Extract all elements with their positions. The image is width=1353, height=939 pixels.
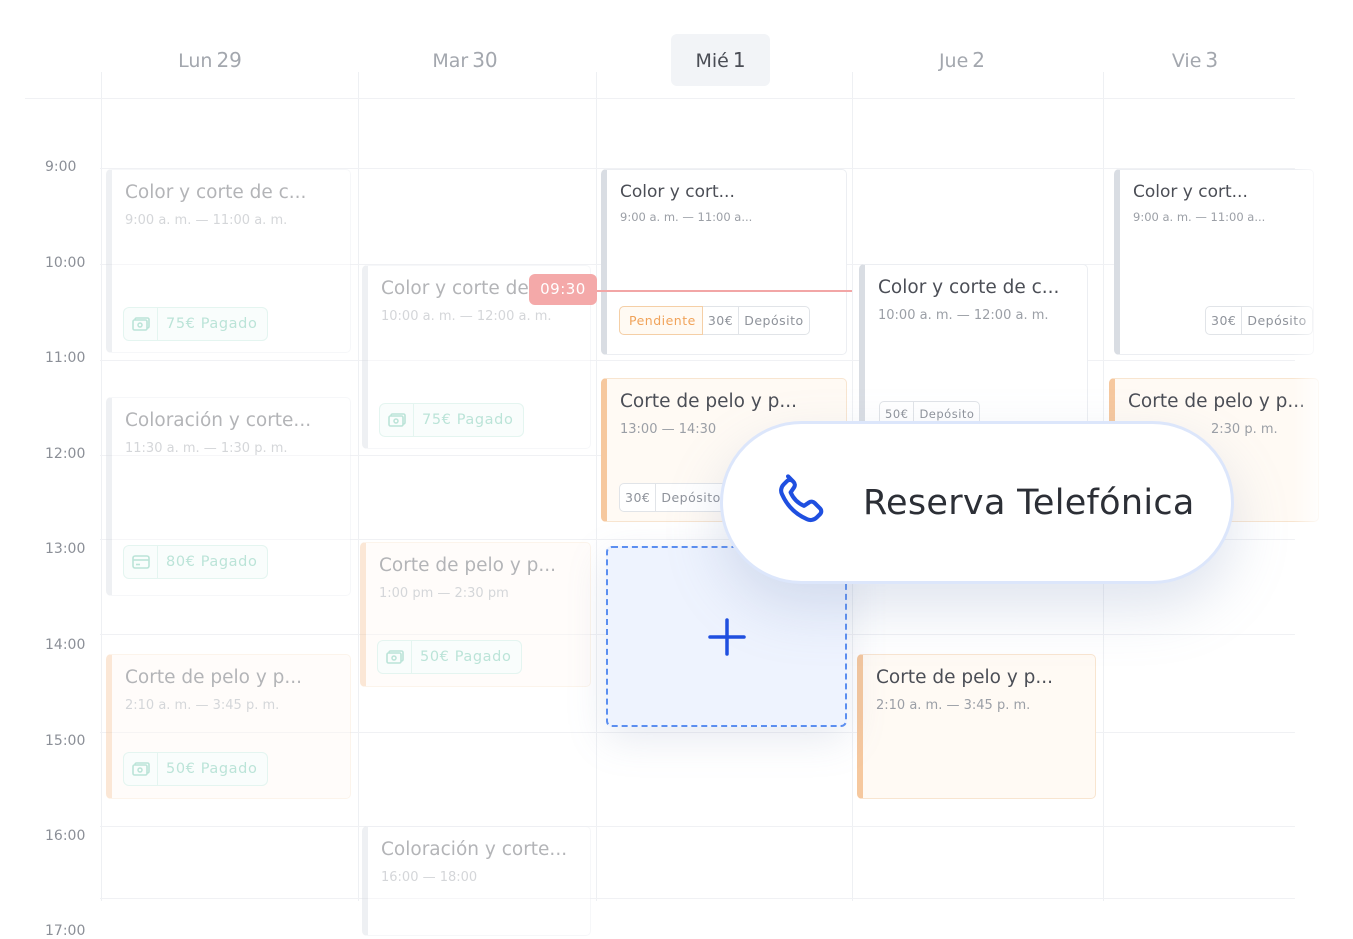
amount: 50€: [420, 649, 450, 665]
payment-status: Pagado: [456, 412, 514, 428]
deposit-badge: Pendiente 30€ Depósito: [619, 306, 810, 335]
day-number: 2: [972, 48, 986, 72]
card-icon: [124, 545, 158, 579]
phone-icon: [779, 473, 824, 522]
day-header-wed-today[interactable]: Mié 1: [671, 34, 770, 86]
event-title: Corte de pelo y p...: [125, 667, 303, 688]
day-header-thu[interactable]: Jue 2: [902, 34, 1022, 86]
day-name: Vie: [1171, 50, 1202, 72]
time-label: 9:00: [45, 159, 77, 175]
payment-badge: 50€ Pagado: [123, 752, 269, 786]
event-card[interactable]: Corte de pelo y p... 2:10 a. m. — 3:45 p…: [857, 654, 1096, 799]
event-time: 16:00 — 18:00: [381, 870, 478, 885]
payment-status: Pagado: [454, 649, 512, 665]
amount: 50€: [166, 761, 196, 777]
deposit-label: Depósito: [661, 490, 721, 505]
day-name: Mié: [695, 50, 729, 72]
phone-booking-callout[interactable]: Reserva Telefónica: [720, 421, 1234, 584]
payment-badge: 50€ Pagado: [377, 640, 523, 674]
payment-status: Pagado: [200, 316, 258, 332]
event-title: Corte de pelo y p...: [876, 667, 1054, 688]
event-time: 9:00 a. m. — 11:00 a...: [1133, 210, 1266, 224]
cash-icon: [124, 752, 158, 786]
header-divider: [25, 98, 1295, 99]
deposit-label: Depósito: [744, 313, 804, 328]
grid-line: [596, 72, 597, 901]
event-title: Color y corte de c...: [878, 277, 1060, 298]
amount: 75€: [166, 316, 196, 332]
event-title: Corte de pelo y p...: [379, 555, 557, 576]
event-card[interactable]: Color y cort... 9:00 a. m. — 11:00 a... …: [601, 169, 847, 355]
payment-badge: 75€ Pagado: [123, 307, 269, 341]
payment-status: Pagado: [200, 761, 258, 777]
event-time: 11:30 a. m. — 1:30 p. m.: [125, 441, 288, 456]
event-time: 10:00 a. m. — 12:00 a. m.: [381, 309, 552, 324]
cash-icon: [124, 307, 158, 341]
grid-line: [358, 72, 359, 901]
payment-badge: 75€ Pagado: [379, 403, 525, 437]
event-time: 9:00 a. m. — 11:00 a. m.: [125, 213, 288, 228]
hour-line: [100, 826, 1295, 827]
plus-icon: [707, 617, 746, 656]
payment-status: Pagado: [200, 554, 258, 570]
deposit-badge: 30€ Depósito: [619, 483, 727, 512]
event-card[interactable]: Corte de pelo y p... 1:00 pm — 2:30 pm 5…: [360, 542, 591, 687]
pending-status: Pendiente: [619, 306, 703, 335]
hour-line: [100, 360, 1295, 361]
time-label: 14:00: [45, 637, 86, 653]
day-header-mon[interactable]: Lun 29: [150, 34, 270, 86]
current-time-line: [590, 290, 852, 292]
amount: 30€: [620, 484, 657, 511]
amount: 30€: [1206, 307, 1243, 334]
day-header-fri[interactable]: Vie 3: [1135, 34, 1255, 86]
hour-line: [100, 898, 1295, 899]
event-time: 2:10 a. m. — 3:45 p. m.: [876, 698, 1031, 713]
event-title: Color y cort...: [1133, 182, 1248, 202]
event-time: 9:00 a. m. — 11:00 a...: [620, 210, 753, 224]
day-name: Mar: [432, 50, 469, 72]
event-card[interactable]: Color y corte de c... 9:00 a. m. — 11:00…: [106, 169, 351, 353]
day-number: 3: [1205, 48, 1219, 72]
event-card[interactable]: Coloración y corte... 16:00 — 18:00: [362, 826, 591, 936]
event-time: 1:00 pm — 2:30 pm: [379, 586, 509, 601]
day-name: Lun: [178, 50, 213, 72]
day-header-tue[interactable]: Mar 30: [405, 34, 525, 86]
event-card[interactable]: Coloración y corte... 11:30 a. m. — 1:30…: [106, 397, 351, 596]
time-label: 16:00: [45, 828, 86, 844]
time-label: 13:00: [45, 541, 86, 557]
callout-label: Reserva Telefónica: [863, 482, 1195, 523]
edge-fade: [1293, 0, 1353, 931]
event-time: 2:10 a. m. — 3:45 p. m.: [125, 698, 280, 713]
current-time-badge: 09:30: [529, 274, 597, 305]
cash-icon: [378, 640, 412, 674]
amount: 30€: [703, 307, 740, 334]
time-label: 15:00: [45, 733, 86, 749]
time-label: 11:00: [45, 350, 86, 366]
amount: 75€: [422, 412, 452, 428]
payment-badge: 80€ Pagado: [123, 545, 269, 579]
event-title: Color y cort...: [620, 182, 735, 202]
day-name: Jue: [938, 50, 969, 72]
event-time: 10:00 a. m. — 12:00 a. m.: [878, 308, 1049, 323]
event-card[interactable]: Corte de pelo y p... 2:10 a. m. — 3:45 p…: [106, 654, 351, 799]
cash-icon: [380, 403, 414, 437]
day-number: 30: [472, 48, 498, 72]
day-number: 1: [732, 48, 746, 72]
time-label: 17:00: [45, 923, 86, 939]
event-card[interactable]: Color y corte de c... 10:00 a. m. — 12:0…: [859, 264, 1088, 434]
time-label: 12:00: [45, 446, 86, 462]
event-title: Coloración y corte...: [381, 839, 568, 860]
amount: 80€: [166, 554, 196, 570]
event-title: Color y corte de c...: [125, 182, 307, 203]
event-title: Corte de pelo y p...: [1128, 391, 1306, 412]
event-title: Coloración y corte...: [125, 410, 312, 431]
time-label: 10:00: [45, 255, 86, 271]
event-card[interactable]: Color y cort... 9:00 a. m. — 11:00 a... …: [1114, 169, 1314, 355]
day-number: 29: [216, 48, 242, 72]
grid-line: [101, 72, 102, 901]
event-title: Corte de pelo y p...: [620, 391, 798, 412]
